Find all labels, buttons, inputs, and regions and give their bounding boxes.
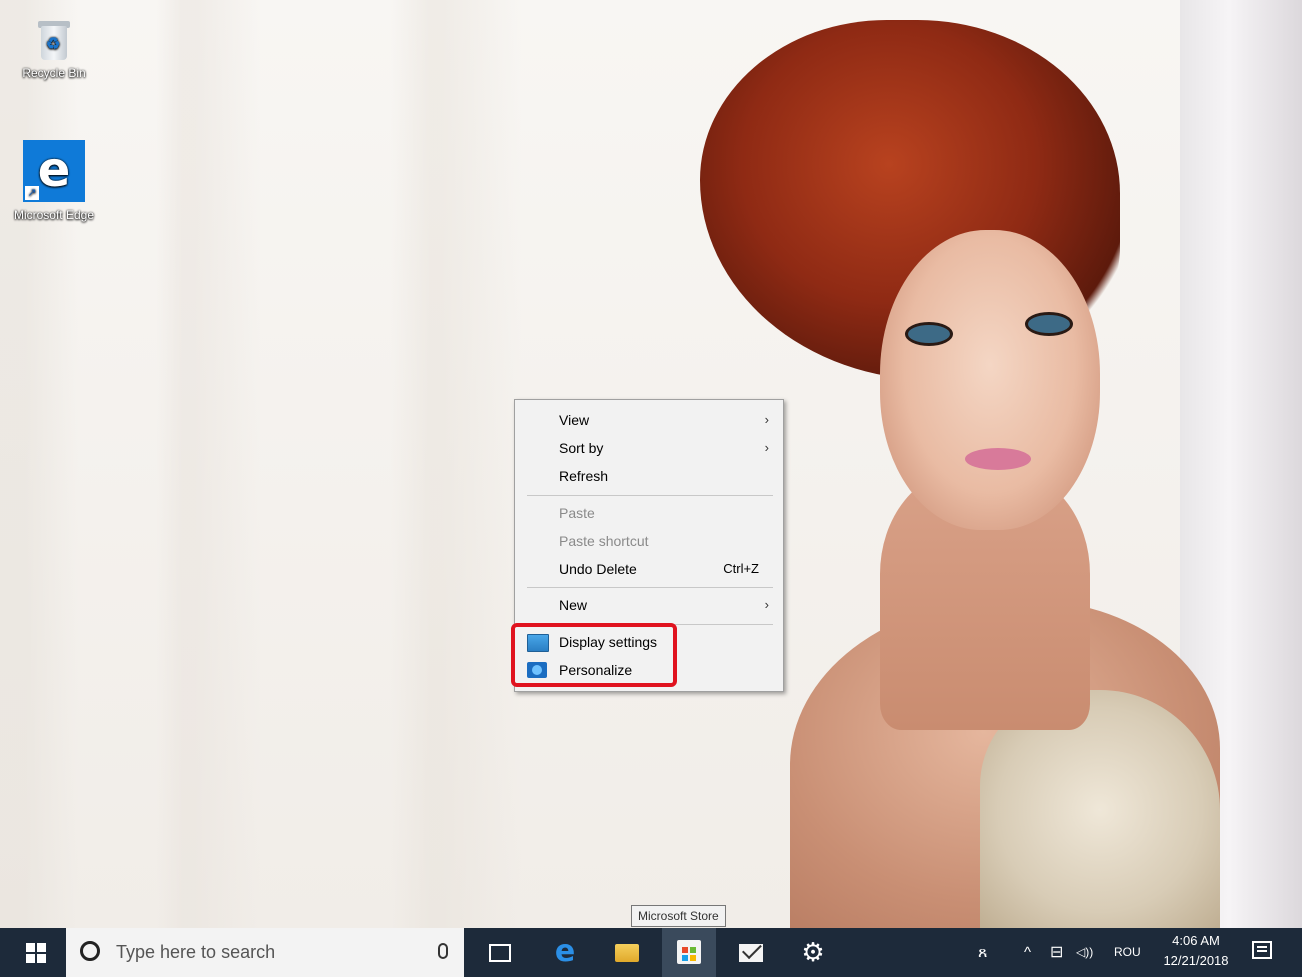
- menu-item-refresh[interactable]: Refresh: [515, 463, 783, 489]
- people-icon[interactable]: ጸ: [978, 928, 987, 977]
- menu-item-sort-by[interactable]: Sort by ›: [515, 435, 783, 461]
- cortana-icon: [80, 941, 100, 961]
- annotation-highlight-box: [511, 623, 677, 687]
- start-button[interactable]: [8, 928, 62, 977]
- menu-item-label: Undo Delete: [559, 561, 637, 577]
- menu-item-label: Sort by: [559, 440, 604, 456]
- task-view-icon: [489, 944, 511, 962]
- desktop-icon-microsoft-edge[interactable]: e ↗ Microsoft Edge: [6, 140, 102, 222]
- folder-icon: [615, 944, 639, 962]
- taskbar-store-button[interactable]: [662, 928, 716, 977]
- taskbar-clock[interactable]: 4:06 AM 12/21/2018: [1156, 931, 1236, 971]
- clock-time: 4:06 AM: [1172, 933, 1220, 948]
- submenu-arrow-icon: ›: [764, 597, 769, 612]
- volume-icon[interactable]: ◁)): [1076, 928, 1093, 977]
- action-center-icon[interactable]: [1252, 941, 1272, 959]
- menu-item-new[interactable]: New ›: [515, 592, 783, 618]
- recycle-bin-icon: ♻: [35, 18, 73, 62]
- menu-separator: [527, 587, 773, 588]
- taskbar-edge-button[interactable]: e: [538, 928, 592, 977]
- submenu-arrow-icon: ›: [764, 412, 769, 427]
- clock-date: 12/21/2018: [1163, 953, 1229, 968]
- edge-icon: e: [554, 934, 576, 969]
- menu-item-label: New: [559, 597, 588, 613]
- menu-item-label: Paste: [559, 505, 595, 521]
- taskbar: Type here to search e ⚙ ጸ ^ ⊟ ◁)) ROU 4:…: [0, 928, 1302, 977]
- menu-item-undo-delete[interactable]: Undo Delete Ctrl+Z: [515, 556, 783, 582]
- taskbar-mail-button[interactable]: [724, 928, 778, 977]
- network-icon[interactable]: ⊟: [1050, 928, 1063, 977]
- menu-item-label: Paste shortcut: [559, 533, 649, 549]
- desktop-icon-label: Microsoft Edge: [13, 208, 95, 222]
- desktop-icon-recycle-bin[interactable]: ♻ Recycle Bin: [6, 18, 102, 80]
- input-language-indicator[interactable]: ROU: [1114, 928, 1141, 977]
- store-icon: [677, 940, 701, 964]
- taskbar-tooltip: Microsoft Store: [631, 905, 726, 927]
- mail-icon: [739, 944, 763, 962]
- microphone-icon[interactable]: [438, 943, 448, 959]
- menu-item-label: Refresh: [559, 468, 609, 484]
- show-hidden-icons-chevron-icon[interactable]: ^: [1024, 928, 1031, 977]
- wallpaper-figure-face: [880, 230, 1100, 530]
- menu-item-paste: Paste: [515, 500, 783, 526]
- gear-icon: ⚙: [801, 937, 825, 967]
- windows-logo-icon: [26, 943, 46, 963]
- taskbar-file-explorer-button[interactable]: [600, 928, 654, 977]
- menu-item-paste-shortcut: Paste shortcut: [515, 528, 783, 554]
- wallpaper-eye-left: [905, 322, 953, 346]
- edge-icon: e ↗: [23, 140, 85, 202]
- submenu-arrow-icon: ›: [764, 440, 769, 455]
- taskbar-settings-button[interactable]: ⚙: [786, 928, 840, 977]
- desktop-icon-label: Recycle Bin: [22, 66, 86, 80]
- menu-separator: [527, 495, 773, 496]
- menu-item-label: View: [559, 412, 590, 428]
- shortcut-hint: Ctrl+Z: [723, 561, 759, 576]
- wallpaper-eye-right: [1025, 312, 1073, 336]
- search-placeholder: Type here to search: [116, 942, 276, 962]
- wallpaper-lips: [965, 448, 1031, 470]
- menu-item-view[interactable]: View ›: [515, 407, 783, 433]
- taskbar-search-box[interactable]: Type here to search: [66, 928, 464, 977]
- task-view-button[interactable]: [474, 928, 528, 977]
